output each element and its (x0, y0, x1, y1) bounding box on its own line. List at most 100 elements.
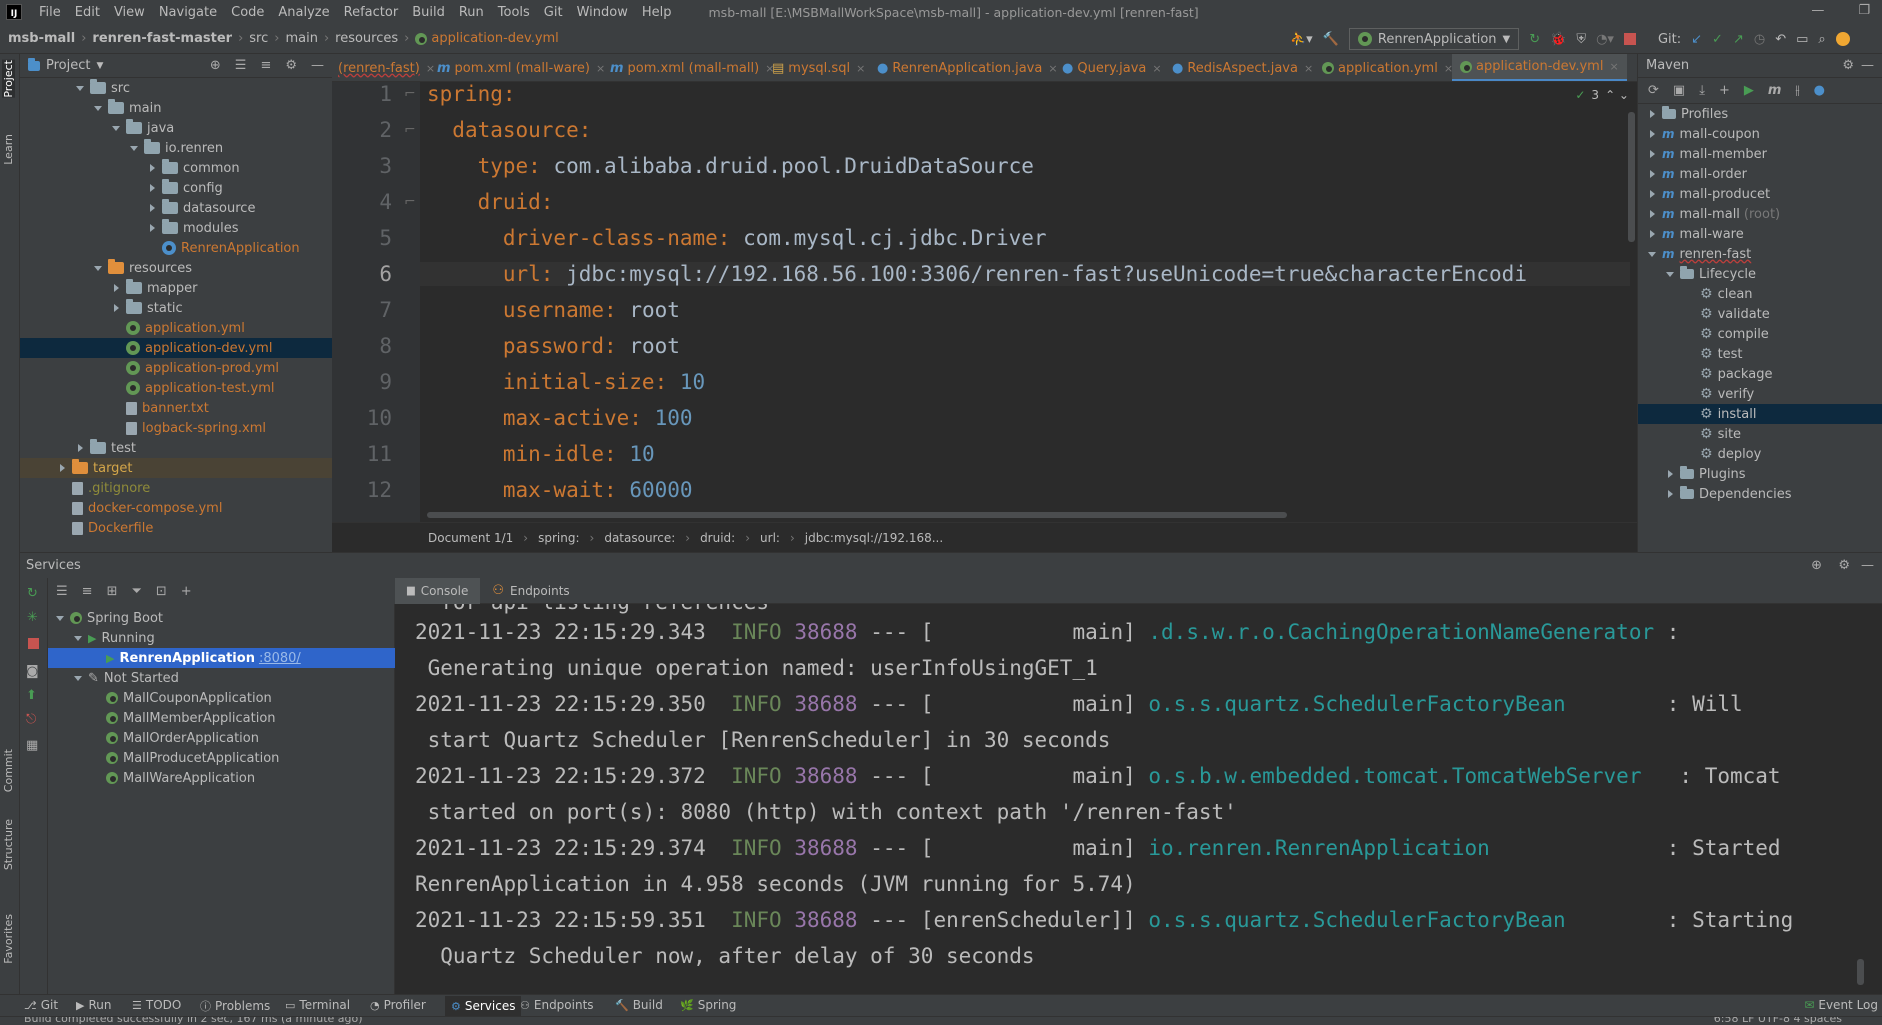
editor-tab[interactable]: application.yml × (1322, 54, 1453, 81)
maven-tree-item[interactable]: Plugins (1638, 464, 1882, 484)
chevron-right-icon[interactable] (146, 224, 158, 232)
maven-tree-item[interactable]: Dependencies (1638, 484, 1882, 504)
gear-icon[interactable]: ⚙ (1842, 58, 1854, 73)
service-tree-item[interactable]: MallProducetApplication (48, 748, 395, 768)
breadcrumb-item[interactable]: application-dev.yml (431, 31, 558, 46)
tool-window-problems[interactable]: ⓘ Problems (200, 998, 270, 1014)
horizontal-scrollbar[interactable] (427, 512, 1287, 518)
service-tree-item[interactable]: ✎ Not Started (48, 668, 395, 688)
chevron-down-icon[interactable] (92, 105, 104, 111)
learn-tool-tab[interactable]: Learn (2, 134, 15, 165)
editor-crumb[interactable]: datasource: (604, 531, 675, 545)
tool-window-build[interactable]: 🔨 Build (615, 998, 663, 1012)
tool-window-todo[interactable]: ☰ TODO (132, 998, 181, 1012)
hide-icon[interactable]: — (1861, 558, 1874, 573)
chevron-down-icon[interactable] (72, 675, 84, 681)
chevron-right-icon[interactable] (1646, 210, 1658, 218)
tab-endpoints[interactable]: ⚇ Endpoints (480, 578, 581, 604)
editor-crumb[interactable]: druid: (700, 531, 735, 545)
menu-edit[interactable]: Edit (68, 5, 107, 20)
group-icon[interactable]: ⊞ (107, 584, 118, 599)
chevron-right-icon[interactable] (110, 284, 122, 292)
project-tree-item[interactable]: docker-compose.yml (20, 498, 332, 518)
chevron-down-icon[interactable] (128, 145, 140, 151)
maven-tree-item[interactable]: m mall-producet (1638, 184, 1882, 204)
menu-git[interactable]: Git (537, 5, 570, 20)
run-icon[interactable]: ▶ (1744, 83, 1754, 98)
project-tree-item[interactable]: logback-spring.xml (20, 418, 332, 438)
tab-console[interactable]: ▆ Console (395, 577, 481, 604)
git-update-icon[interactable]: ↙ (1691, 32, 1702, 47)
new-tab-icon[interactable]: ⊡ (156, 584, 167, 599)
service-tree-item[interactable]: ▶ RenrenApplication:8080/ (48, 648, 395, 668)
editor-tab[interactable]: ● RedisAspect.java × (1172, 54, 1313, 81)
maven-tree-item[interactable]: ⚙ clean (1638, 284, 1882, 304)
debug-icon[interactable]: ✳ (27, 610, 38, 625)
restore-button[interactable]: ❐ (1858, 3, 1870, 18)
breadcrumb-item[interactable]: msb-mall (8, 31, 75, 46)
console-output[interactable]: for api listing references 2021-11-23 22… (395, 604, 1882, 994)
maven-tree-item[interactable]: Profiles (1638, 104, 1882, 124)
editor-tab[interactable]: (renren-fast) × (338, 54, 435, 81)
breadcrumb-item[interactable]: renren-fast-master (92, 31, 232, 46)
maven-tree-item[interactable]: ⚙ verify (1638, 384, 1882, 404)
chevron-down-icon[interactable]: ▼ (96, 61, 103, 71)
menu-file[interactable]: File (32, 5, 68, 20)
commit-tool-tab[interactable]: Commit (2, 749, 15, 792)
menu-refactor[interactable]: Refactor (337, 5, 406, 20)
editor-tab[interactable]: ● RenrenApplication.java × (877, 54, 1058, 81)
git-commit-icon[interactable]: ✓ (1712, 32, 1723, 47)
toggle-offline-icon[interactable]: ⫲ (1795, 83, 1799, 98)
log-logger[interactable]: o.s.s.quartz.SchedulerFactoryBean (1148, 908, 1565, 932)
project-tree-item[interactable]: datasource (20, 198, 332, 218)
debug-icon[interactable]: 🐞 (1550, 32, 1566, 47)
project-tree-item[interactable]: resources (20, 258, 332, 278)
coverage-icon[interactable]: ⛨ (1576, 32, 1586, 47)
menu-help[interactable]: Help (635, 5, 679, 20)
close-icon[interactable]: × (856, 62, 865, 75)
hammer-icon[interactable]: 🔨 (1323, 32, 1339, 47)
close-icon[interactable]: × (1304, 62, 1313, 75)
breadcrumb-item[interactable]: main (285, 31, 317, 46)
maven-tree-item[interactable]: ⚙ compile (1638, 324, 1882, 344)
project-tree-item[interactable]: static (20, 298, 332, 318)
project-tree-item[interactable]: target (20, 458, 332, 478)
editor-tab[interactable]: application-dev.yml × (1452, 54, 1627, 81)
fold-icon[interactable]: ⌐ (404, 86, 416, 102)
chevron-right-icon[interactable] (1664, 470, 1676, 478)
project-tree-item[interactable]: application-dev.yml (20, 338, 332, 358)
project-tree-item[interactable]: io.renren (20, 138, 332, 158)
collapse-all-icon[interactable]: ≡ (82, 584, 93, 599)
favorites-tool-tab[interactable]: Favorites (2, 914, 15, 964)
log-logger[interactable]: o.s.s.quartz.SchedulerFactoryBean (1148, 692, 1565, 716)
hide-icon[interactable]: — (311, 58, 324, 73)
menu-navigate[interactable]: Navigate (152, 5, 224, 20)
event-log-button[interactable]: ✉ Event Log (1804, 998, 1878, 1012)
close-icon[interactable]: × (1048, 62, 1057, 75)
editor-tab[interactable]: m pom.xml (mall-mall) × (610, 54, 774, 81)
chevron-right-icon[interactable] (146, 164, 158, 172)
menu-view[interactable]: View (107, 5, 152, 20)
project-tree-item[interactable]: application-test.yml (20, 378, 332, 398)
maven-tree-item[interactable]: ⚙ site (1638, 424, 1882, 444)
chevron-down-icon[interactable] (74, 85, 86, 91)
project-tree-item[interactable]: .gitignore (20, 478, 332, 498)
menu-window[interactable]: Window (570, 5, 635, 20)
close-icon[interactable]: × (426, 62, 435, 75)
breadcrumb-item[interactable]: resources (335, 31, 398, 46)
editor-tab[interactable]: ● Query.java × (1062, 54, 1162, 81)
maven-tree-item[interactable]: m mall-order (1638, 164, 1882, 184)
settings-icon[interactable]: ● (1814, 83, 1825, 98)
project-tree-item[interactable]: src (20, 78, 332, 98)
chevron-down-icon[interactable] (92, 265, 104, 271)
chevron-right-icon[interactable] (1646, 170, 1658, 178)
status-right[interactable]: 6:58 LF UTF-8 4 spaces (1714, 1017, 1842, 1025)
maven-tree-item[interactable]: m mall-member (1638, 144, 1882, 164)
project-tree-item[interactable]: modules (20, 218, 332, 238)
tool-window-terminal[interactable]: ▭ Terminal (285, 998, 350, 1012)
menu-code[interactable]: Code (224, 5, 271, 20)
service-tree-item[interactable]: Spring Boot (48, 608, 395, 628)
maven-tree-item[interactable]: ⚙ test (1638, 344, 1882, 364)
structure-tool-tab[interactable]: Structure (2, 819, 15, 870)
run-config-select[interactable]: RenrenApplication ▼ (1348, 28, 1520, 50)
